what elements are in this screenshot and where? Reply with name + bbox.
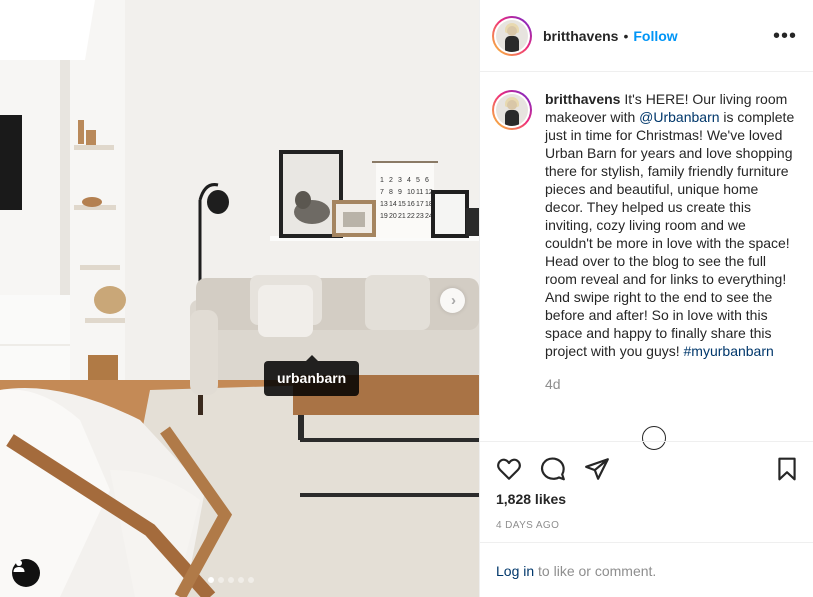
- tag-label: urbanbarn: [277, 370, 347, 386]
- carousel-dot: [208, 577, 214, 583]
- calendar-number: 4: [407, 177, 411, 184]
- calendar-number: 3: [398, 177, 402, 184]
- calendar-number: 21: [398, 213, 406, 220]
- calendar-number: 16: [407, 201, 415, 208]
- heart-icon[interactable]: [496, 456, 522, 482]
- login-suffix: to like or comment.: [534, 563, 657, 579]
- avatar-image: [496, 19, 528, 52]
- author-username[interactable]: britthavens: [543, 28, 618, 44]
- separator-dot: •: [623, 27, 629, 44]
- calendar-number: 2: [389, 177, 393, 184]
- caption-username[interactable]: britthavens: [545, 91, 620, 107]
- paper-plane-icon[interactable]: [584, 456, 610, 482]
- calendar-number: 6: [425, 177, 429, 184]
- calendar-number: 7: [380, 189, 384, 196]
- calendar-number: 20: [389, 213, 397, 220]
- product-tag[interactable]: urbanbarn: [264, 355, 360, 396]
- carousel-dot: [238, 577, 244, 583]
- carousel-next-button[interactable]: ›: [440, 288, 465, 313]
- login-link[interactable]: Log in: [496, 563, 534, 579]
- post-sidebar: britthavens • Follow ••• britthavens It'…: [479, 0, 813, 597]
- author-avatar[interactable]: [492, 15, 532, 56]
- avatar-image: [496, 94, 528, 126]
- action-bar: [480, 441, 813, 491]
- bookmark-icon[interactable]: [774, 456, 800, 482]
- caption-hashtag-link[interactable]: #myurbanbarn: [684, 343, 774, 359]
- calendar-number: 5: [416, 177, 420, 184]
- post-caption: britthavens It's HERE! Our living room m…: [545, 90, 797, 360]
- caption-timestamp: 4d: [545, 376, 561, 392]
- living-room-photo: 1 2 3 4 5 67 8 9 10 11 1213 14 15 16 17 1819 20 21 22 23 24: [0, 0, 479, 597]
- calendar-number: 8: [389, 189, 393, 196]
- likes-count[interactable]: 1,828 likes: [496, 491, 566, 507]
- chevron-right-icon: ›: [451, 292, 456, 309]
- carousel-indicator: [208, 577, 254, 583]
- calendar-number: 1: [380, 177, 384, 184]
- ellipsis-icon[interactable]: •••: [773, 26, 797, 46]
- caption-mention-link[interactable]: @Urbanbarn: [639, 109, 719, 125]
- post-photo[interactable]: 1 2 3 4 5 6 7 8 9 10 11 12 13 14 15 16 17 18 19 20 21 22 23 24 …: [0, 0, 479, 597]
- caption-row: britthavens It's HERE! Our living room m…: [492, 90, 797, 360]
- carousel-dot: [228, 577, 234, 583]
- follow-button[interactable]: Follow: [633, 28, 677, 44]
- calendar-number: 10: [407, 189, 415, 196]
- calendar-number: 15: [398, 201, 406, 208]
- calendar-number: 13: [380, 201, 388, 208]
- calendar-number: 19: [380, 213, 388, 220]
- post-header: britthavens • Follow •••: [480, 0, 813, 72]
- comments-section: britthavens It's HERE! Our living room m…: [480, 72, 813, 442]
- calendar-number: 23: [416, 213, 424, 220]
- calendar-number: 22: [407, 213, 415, 220]
- carousel-dot: [248, 577, 254, 583]
- carousel-dot: [218, 577, 224, 583]
- comment-bubble-icon[interactable]: [540, 456, 566, 482]
- caption-avatar[interactable]: [492, 90, 532, 130]
- post-date: 4 DAYS AGO: [496, 520, 560, 531]
- calendar-number: 14: [389, 201, 397, 208]
- login-prompt: Log in to like or comment.: [480, 542, 813, 597]
- calendar-number: 11: [416, 189, 423, 196]
- caption-text: is complete just in time for Christmas! …: [545, 109, 795, 359]
- user-tags-button[interactable]: [12, 559, 40, 587]
- person-icon: [13, 560, 25, 572]
- calendar-number: 17: [416, 201, 424, 208]
- calendar-number: 9: [398, 189, 402, 196]
